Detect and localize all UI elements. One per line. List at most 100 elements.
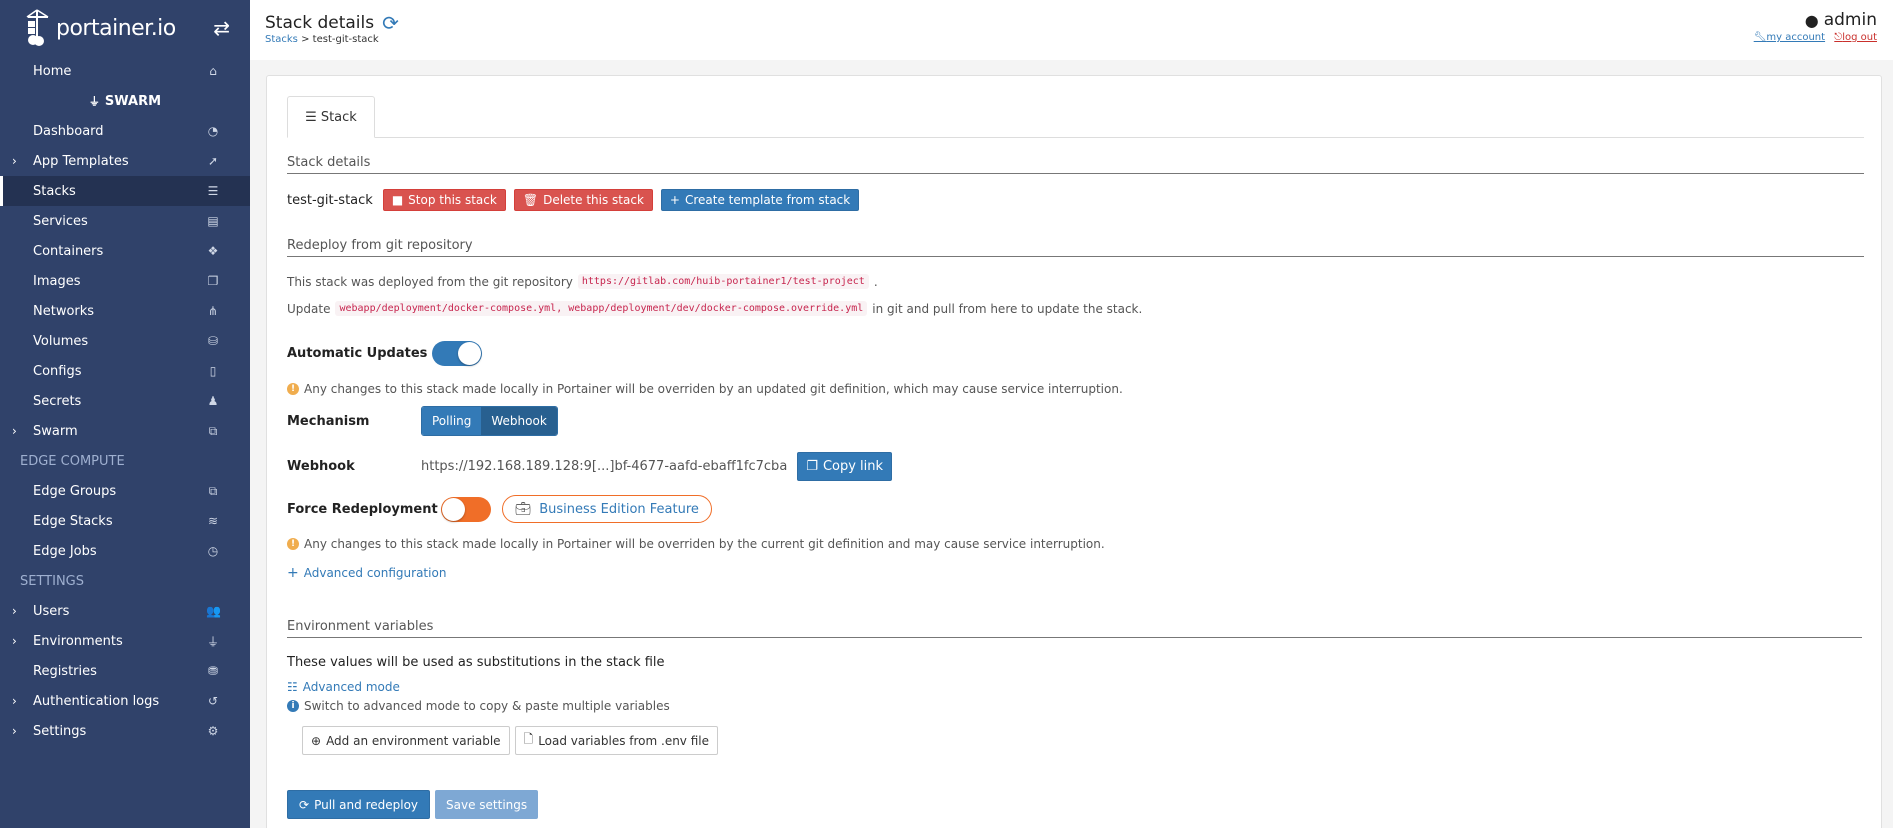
refresh-icon[interactable]: ⟳ [382,11,399,35]
breadcrumb-separator: > [297,34,313,45]
sidebar-item-label: Secrets [33,393,82,409]
pull-redeploy-label: Pull and redeploy [314,797,419,812]
save-settings-button[interactable]: Save settings [435,790,539,819]
sidebar-settings-items: › Users 👥 › Environments ⏚ Registries ⛃ › Authent… [0,596,250,746]
sidebar-item-configs[interactable]: Configs ▯ [0,356,250,386]
sidebar-item-label: Dashboard [33,123,104,139]
force-redeploy-warning-text: Any changes to this stack made locally i… [304,537,1105,551]
portainer-logo[interactable]: portainer.io [24,8,176,48]
settings-heading: SETTINGS [20,573,85,589]
page-title: Stack details ⟳ [265,11,399,35]
dashboard-icon: ◔ [207,124,219,138]
chevron-right-icon[interactable]: › [12,634,17,648]
sidebar-item-label: Networks [33,303,95,319]
stop-stack-button[interactable]: ■ Stop this stack [382,189,506,211]
sidebar-item-settings[interactable]: › Settings ⚙ [0,716,250,746]
deployed-suffix: . [873,274,878,289]
create-template-label: Create template from stack [684,193,851,207]
sidebar-item-stacks[interactable]: Stacks ☰ [0,176,250,206]
brand-bar: portainer.io ⇄ [0,0,250,56]
deployed-from-text: This stack was deployed from the git rep… [287,274,878,289]
sidebar-item-authentication-logs[interactable]: › Authentication logs ↺ [0,686,250,716]
sidebar-item-edge-jobs[interactable]: Edge Jobs ◷ [0,536,250,566]
sidebar-item-label: Registries [33,663,97,679]
page-title-text: Stack details [265,13,375,33]
force-redeploy-toggle[interactable] [440,496,491,522]
sidebar-item-app-templates[interactable]: › App Templates ➚ [0,146,250,176]
load-env-file-button[interactable]: 🗋︎ Load variables from .env file [514,726,718,755]
deployed-prefix: This stack was deployed from the git rep… [287,274,573,289]
sidebar-item-label: Stacks [33,183,76,199]
advanced-mode-link[interactable]: ☷ Advanced mode [287,680,400,694]
chevron-right-icon[interactable]: › [12,154,17,168]
clock-icon: ◷ [207,544,219,558]
save-settings-label: Save settings [446,797,528,812]
sidebar-item-users[interactable]: › Users 👥 [0,596,250,626]
update-files-text: Update webapp/deployment/docker-compose.… [287,301,1142,316]
breadcrumb-current: test-git-stack [312,34,379,45]
my-account-link[interactable]: 🔧︎my account [1754,32,1825,43]
sidebar-item-edge-stacks[interactable]: Edge Stacks ≋ [0,506,250,536]
sidebar-item-services[interactable]: Services ▤ [0,206,250,236]
tab-stack[interactable]: ☰ Stack [287,96,375,138]
sidebar-item-label: Settings [33,723,87,739]
chevron-right-icon[interactable]: › [12,604,17,618]
exclamation-circle-icon: ! [287,383,299,395]
sidebar-item-volumes[interactable]: Volumes ⛁ [0,326,250,356]
business-edition-badge[interactable]: 💼︎ Business Edition Feature [501,495,712,523]
mechanism-webhook-option[interactable]: Webhook [481,407,557,435]
sidebar-item-images[interactable]: Images ❐ [0,266,250,296]
load-env-file-label: Load variables from .env file [538,733,709,748]
auto-updates-warning-text: Any changes to this stack made locally i… [304,382,1123,396]
wrench-icon: 🔧︎ [1753,32,1767,43]
chevron-right-icon[interactable]: › [12,724,17,738]
chevron-right-icon[interactable]: › [12,694,17,708]
stack-name: test-git-stack [287,192,373,208]
sidebar-item-label: Swarm [33,423,78,439]
sidebar-item-dashboard[interactable]: Dashboard ◔ [0,116,250,146]
sidebar-item-containers[interactable]: Containers ❖ [0,236,250,266]
images-icon: ❐ [207,274,219,288]
chevron-right-icon[interactable]: › [12,424,17,438]
advanced-config-link[interactable]: + Advanced configuration [287,565,446,581]
mechanism-polling-option[interactable]: Polling [422,407,482,435]
add-env-variable-button[interactable]: ⊕ Add an environment variable [302,726,510,755]
sidebar-main-items: Dashboard ◔ › App Templates ➚ Stacks ☰ Services… [0,116,250,446]
sidebar-item-environments[interactable]: › Environments ⏚ [0,626,250,656]
history-icon: ↺ [207,694,219,708]
sidebar-item-label: App Templates [33,153,129,169]
sidebar-item-secrets[interactable]: Secrets ♟ [0,386,250,416]
user-secret-icon: ♟ [207,394,219,408]
git-section-title: Redeploy from git repository [287,238,1864,257]
pull-redeploy-button[interactable]: ⟳ Pull and redeploy [287,790,431,819]
swap-arrows-icon[interactable]: ⇄ [213,16,230,40]
sidebar-item-label: Images [33,273,81,289]
rocket-icon: ➚ [207,154,219,168]
portainer-crane-icon [26,9,49,46]
log-out-link[interactable]: ⎋log out [1834,32,1877,43]
copy-link-button[interactable]: ❐ Copy link [797,452,893,481]
user-name-text: admin [1823,10,1877,30]
auto-updates-toggle[interactable] [432,341,483,366]
create-template-button[interactable]: + Create template from stack [660,189,860,211]
sidebar-item-home[interactable]: Home ⌂ [0,56,250,86]
force-redeploy-row: Force Redeployment 💼︎ Business Edition F… [287,495,712,523]
breadcrumb: Stacks > test-git-stack [265,34,379,45]
sidebar-item-label: Home [33,63,72,79]
sidebar-item-edge-groups[interactable]: Edge Groups ⧉ [0,476,250,506]
services-icon: ▤ [207,214,219,228]
sidebar-item-label: Volumes [33,333,89,349]
env-subtitle: These values will be used as substitutio… [287,655,665,670]
mechanism-selector: Polling Webhook [421,406,558,436]
sidebar-item-registries[interactable]: Registries ⛃ [0,656,250,686]
sidebar-item-swarm[interactable]: › Swarm ⧉ [0,416,250,446]
cogs-icon: ⚙ [207,724,219,738]
briefcase-icon: 💼︎ [514,501,532,517]
sidebar-item-label: Services [33,213,88,229]
list-icon: ☰ [305,109,317,125]
breadcrumb-stacks-link[interactable]: Stacks [265,34,298,45]
sidebar-item-networks[interactable]: Networks ⋔ [0,296,250,326]
environment-label: SWARM [104,93,162,109]
delete-stack-button[interactable]: 🗑︎ Delete this stack [513,189,653,211]
advanced-mode-label: Advanced mode [302,680,400,694]
